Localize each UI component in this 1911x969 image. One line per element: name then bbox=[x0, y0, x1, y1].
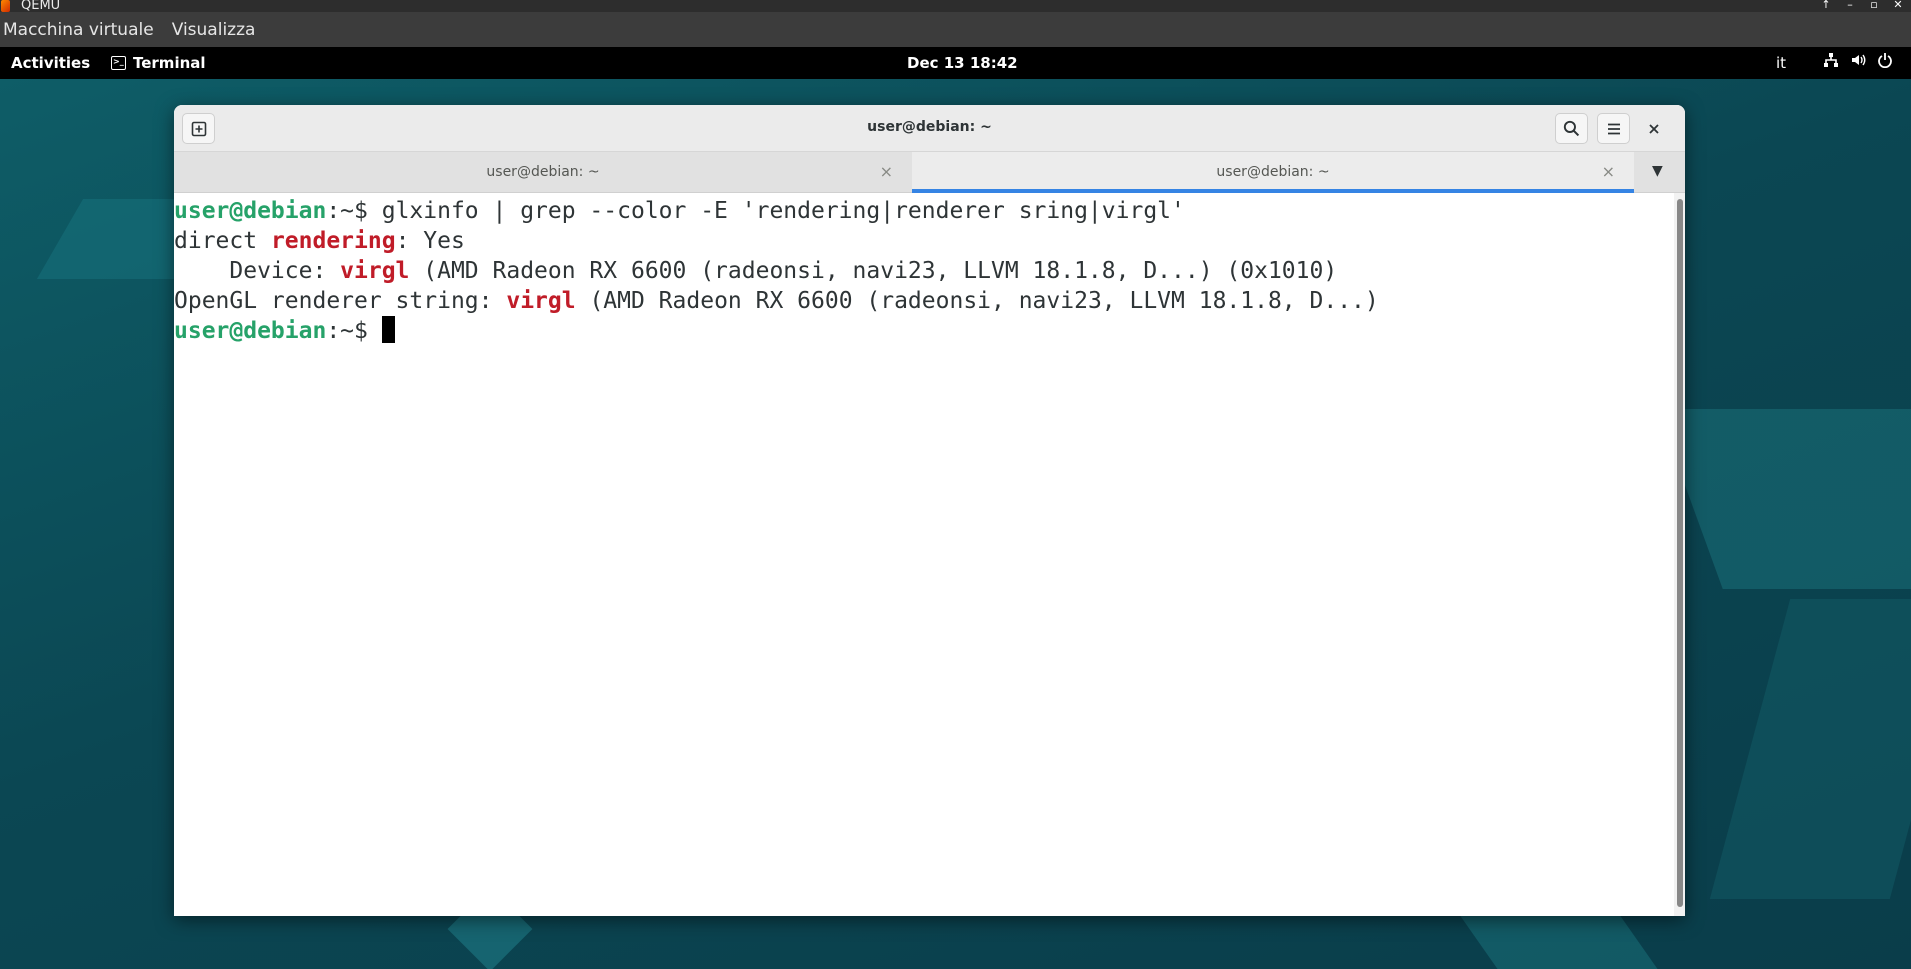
gnome-top-bar: Activities >_ Terminal Dec 13 18:42 it bbox=[0, 47, 1911, 79]
qemu-restore-icon[interactable]: ▫ bbox=[1867, 0, 1881, 11]
output-text: Device: bbox=[174, 258, 341, 284]
menu-macchina-virtuale[interactable]: Macchina virtuale bbox=[3, 20, 154, 40]
terminal-window: user@debian: ~ user@debian: ~ × user@deb… bbox=[174, 105, 1685, 916]
qemu-close-icon[interactable]: ✕ bbox=[1891, 0, 1905, 11]
output-text: OpenGL renderer string: bbox=[174, 288, 507, 314]
qemu-logo-icon bbox=[1, 0, 10, 12]
menu-visualizza[interactable]: Visualizza bbox=[172, 20, 256, 40]
window-close-button[interactable] bbox=[1637, 113, 1670, 144]
match-highlight: rendering bbox=[270, 228, 396, 254]
prompt-user: user@debian bbox=[174, 318, 327, 344]
tab-label: user@debian: ~ bbox=[486, 164, 600, 180]
search-button[interactable] bbox=[1555, 113, 1588, 144]
tab-2-active[interactable]: user@debian: ~ × bbox=[912, 152, 1634, 193]
text-cursor bbox=[381, 316, 395, 343]
output-text: direct bbox=[174, 228, 271, 254]
system-tray[interactable] bbox=[1823, 52, 1893, 72]
keyboard-layout-indicator[interactable]: it bbox=[1776, 54, 1786, 72]
prompt-separator: :~$ bbox=[326, 198, 382, 224]
hamburger-menu-button[interactable] bbox=[1597, 113, 1630, 144]
terminal-output[interactable]: user@debian:~$ glxinfo | grep --color -E… bbox=[174, 193, 1674, 916]
output-text: (AMD Radeon RX 6600 (radeonsi, navi23, L… bbox=[575, 288, 1379, 314]
output-text: : Yes bbox=[395, 228, 465, 254]
power-icon bbox=[1877, 52, 1893, 72]
terminal-headerbar: user@debian: ~ bbox=[174, 105, 1685, 152]
match-highlight: virgl bbox=[506, 288, 576, 314]
terminal-line: direct rendering: Yes bbox=[174, 226, 1674, 256]
scrollbar[interactable] bbox=[1674, 193, 1685, 916]
terminal-window-title: user@debian: ~ bbox=[867, 119, 992, 135]
tab-close-icon[interactable]: × bbox=[880, 162, 893, 181]
qemu-minimize-icon[interactable]: – bbox=[1843, 0, 1857, 11]
network-icon bbox=[1823, 52, 1839, 72]
app-menu-label: Terminal bbox=[133, 54, 206, 72]
app-menu-terminal[interactable]: >_ Terminal bbox=[111, 54, 206, 72]
terminal-line: OpenGL renderer string: virgl (AMD Radeo… bbox=[174, 286, 1674, 316]
prompt-separator: :~$ bbox=[326, 318, 382, 344]
wallpaper-shape bbox=[1709, 599, 1911, 899]
wallpaper-shape bbox=[1657, 409, 1911, 589]
terminal-app-icon: >_ bbox=[111, 56, 126, 70]
output-text: (AMD Radeon RX 6600 (radeonsi, navi23, L… bbox=[409, 258, 1338, 284]
tab-1[interactable]: user@debian: ~ × bbox=[174, 152, 912, 193]
qemu-titlebar: QEMU ↑ – ▫ ✕ bbox=[0, 0, 1911, 12]
volume-icon bbox=[1850, 52, 1866, 72]
search-icon bbox=[1563, 120, 1580, 137]
close-icon bbox=[1648, 123, 1659, 134]
prompt-user: user@debian bbox=[174, 198, 327, 224]
tab-close-icon[interactable]: × bbox=[1602, 162, 1615, 181]
tab-bar: user@debian: ~ × user@debian: ~ × ▼ bbox=[174, 152, 1685, 193]
tab-list-dropdown-icon[interactable]: ▼ bbox=[1652, 163, 1663, 179]
hamburger-menu-icon bbox=[1607, 123, 1620, 134]
match-highlight: virgl bbox=[340, 258, 410, 284]
terminal-line: Device: virgl (AMD Radeon RX 6600 (radeo… bbox=[174, 256, 1674, 286]
terminal-line: user@debian:~$ glxinfo | grep --color -E… bbox=[174, 196, 1674, 226]
terminal-line: user@debian:~$ bbox=[174, 316, 1674, 346]
qemu-menubar: Macchina virtuale Visualizza bbox=[0, 12, 1911, 47]
qemu-maximize-up-icon[interactable]: ↑ bbox=[1819, 0, 1833, 11]
command-text: glxinfo | grep --color -E 'rendering|ren… bbox=[381, 198, 1185, 224]
tab-label: user@debian: ~ bbox=[1216, 164, 1330, 180]
qemu-window-title: QEMU bbox=[21, 0, 61, 13]
activities-button[interactable]: Activities bbox=[11, 54, 90, 72]
clock[interactable]: Dec 13 18:42 bbox=[907, 54, 1018, 72]
scrollbar-thumb[interactable] bbox=[1677, 199, 1683, 907]
qemu-window-buttons: ↑ – ▫ ✕ bbox=[1819, 0, 1911, 11]
